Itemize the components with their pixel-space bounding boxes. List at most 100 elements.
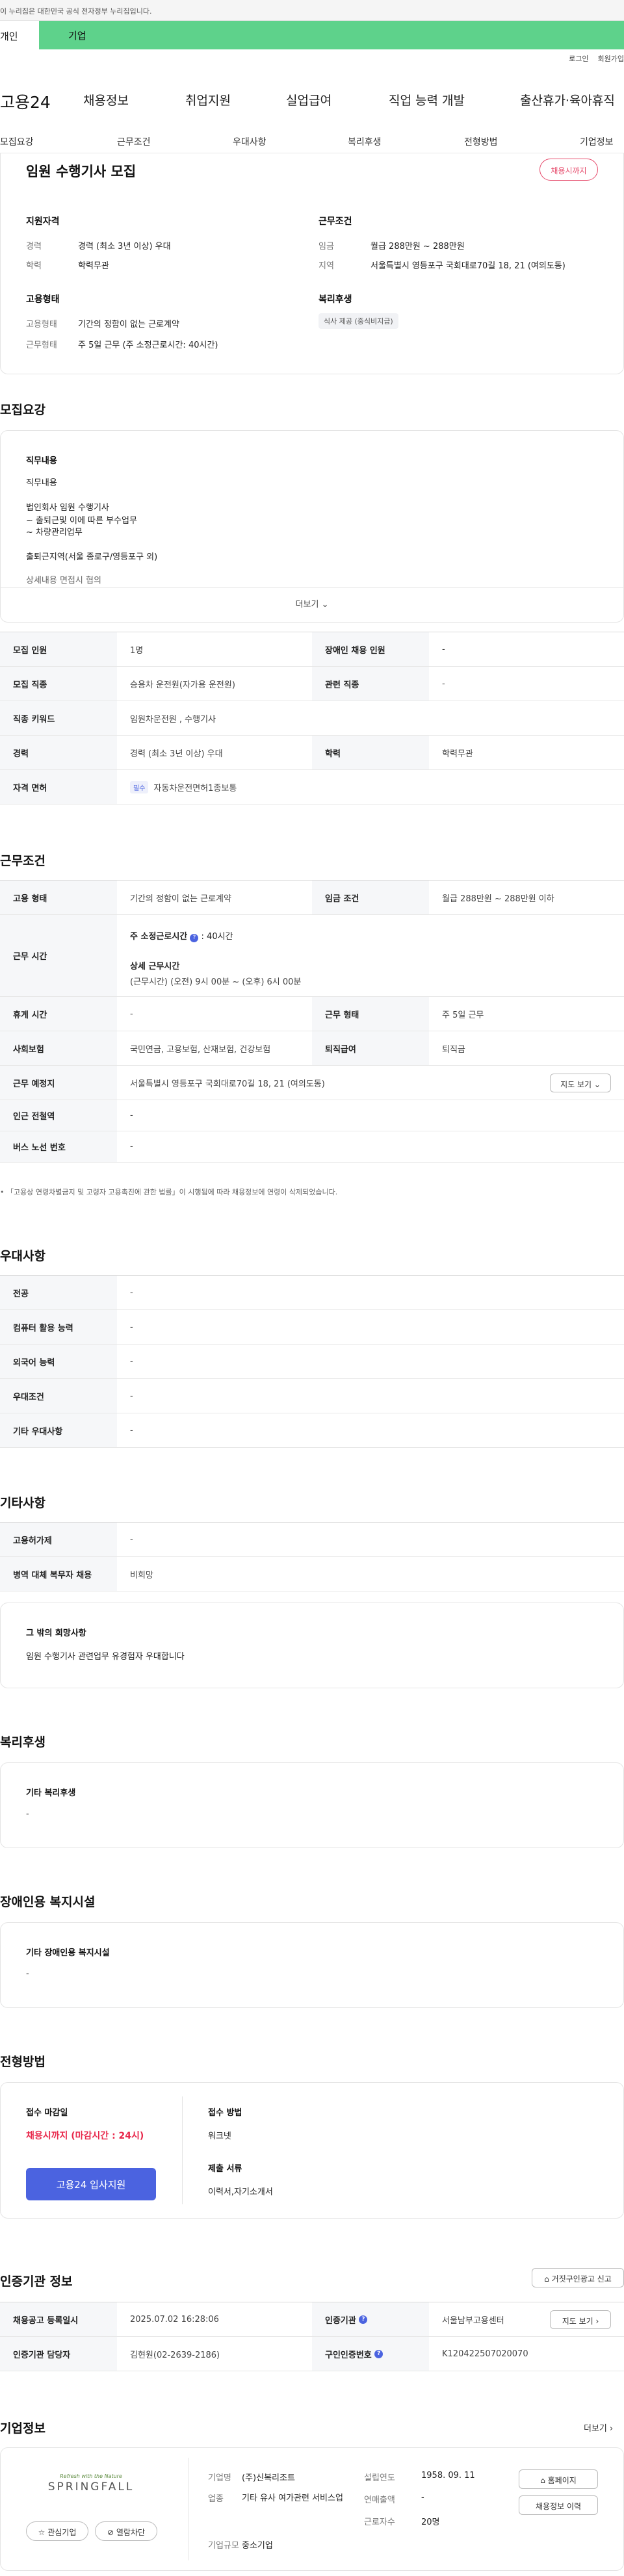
table-row: 직종 키워드 임원차운전원 , 수행기사 — [0, 701, 624, 736]
row-label: 컴퓨터 활용 능력 — [0, 1310, 117, 1344]
sales-label: 연매출액 — [364, 2495, 395, 2505]
age-discrimination-note: • 「고용상 연령차별금지 및 고령자 고용촉진에 관한 법률」이 시행됨에 따… — [0, 1188, 338, 1196]
duty-more-button[interactable]: 더보기 ⌄ — [0, 587, 624, 623]
row-label: 학력 — [312, 736, 429, 769]
conditions-table: 고용 형태 기간의 정함이 없는 근로계약 임금 조건 월급 288만원 ~ 2… — [0, 880, 624, 1163]
row-label: 우대조건 — [0, 1379, 117, 1413]
nav-item-employment-support[interactable]: 취업지원 — [185, 91, 231, 109]
deadline-value: 채용시까지 (마감시간 : 24시) — [26, 2131, 144, 2141]
emp-title: 고용형태 — [26, 294, 60, 305]
info-icon[interactable]: ? — [359, 2315, 368, 2324]
tab-selection[interactable]: 전형방법 — [464, 135, 498, 148]
worktype-value: 주 5일 근무 (주 소정근로시간: 40시간) — [78, 341, 218, 350]
company-more-link[interactable]: 더보기 › — [584, 2421, 613, 2434]
tab-recruit[interactable]: 모집요강 — [0, 135, 34, 148]
work-detail-title: 상세 근무시간 — [130, 962, 180, 972]
emptype-label: 고용형태 — [26, 320, 57, 329]
hope-card — [0, 1603, 624, 1688]
welfare-title: 복리후생 — [318, 294, 352, 305]
duty-line: ~ 차량관리업무 — [26, 528, 83, 537]
row-value: 경력 (최소 3년 이상) 우대 — [130, 749, 223, 759]
row-value: 비희망 — [130, 1570, 153, 1580]
home-icon: ⌂ — [544, 2274, 549, 2284]
company-section-title: 기업정보 — [0, 2421, 46, 2436]
table-row: 인근 전철역 - — [0, 1100, 624, 1131]
company-logo: Refresh with the Nature SPRINGFALL — [32, 2473, 150, 2506]
more-label: 더보기 — [295, 600, 319, 610]
join-link[interactable]: 회원가입 — [598, 55, 624, 63]
tab-welfare[interactable]: 복리후생 — [348, 135, 382, 148]
row-value: 기간의 정함이 없는 근로계약 — [130, 894, 231, 904]
utility-links: 로그인 회원가입 — [560, 53, 624, 64]
industry-value: 기타 유사 여가관련 서비스업 — [242, 2493, 343, 2503]
tab-conditions[interactable]: 근무조건 — [117, 135, 151, 148]
job-title: 임원 수행기사 모집 — [26, 164, 136, 179]
row-label-cell: 인증기관 ? — [312, 2302, 429, 2336]
nav-item-leave[interactable]: 출산휴가·육아휴직 — [520, 91, 615, 109]
block-company-button[interactable]: ⊘ 열람차단 — [95, 2521, 157, 2541]
tab-company[interactable]: 기업 — [39, 21, 624, 49]
row-label: 근무 형태 — [312, 997, 429, 1031]
block-icon: ⊘ — [107, 2528, 114, 2537]
row-value: - — [130, 1142, 133, 1152]
row-label: 근무 시간 — [0, 915, 117, 996]
row-label: 직종 키워드 — [0, 701, 117, 735]
company-name-value: (주)신복리조트 — [242, 2473, 295, 2483]
required-tag: 필수 — [130, 780, 149, 793]
location-value: 서울특별시 영등포구 국회대로70길 18, 21 (여의도동) — [370, 261, 566, 271]
pref-section-title: 우대사항 — [0, 1249, 46, 1263]
info-icon[interactable]: ? — [374, 2349, 384, 2358]
row-label: 퇴직급여 — [312, 1031, 429, 1065]
map-button-label: 지도 보기 — [562, 2317, 593, 2326]
tab-personal[interactable]: 개인 — [0, 21, 39, 49]
homepage-button[interactable]: ⌂ 홈페이지 — [519, 2469, 598, 2489]
row-value: - — [130, 1391, 133, 1401]
row-label: 근무 예정지 — [0, 1066, 117, 1100]
welfare-section-title: 복리후생 — [0, 1735, 46, 1749]
row-value: - — [130, 1322, 133, 1332]
map-view-button[interactable]: 지도 보기 ⌄ — [550, 1074, 611, 1092]
report-button-label: 거짓구인광고 신고 — [551, 2274, 612, 2284]
nav-item-unemployment-benefit[interactable]: 실업급여 — [286, 91, 332, 109]
site-logo[interactable]: 고용24 — [0, 90, 51, 113]
home-icon: ⌂ — [540, 2476, 545, 2485]
row-value: - — [130, 1534, 133, 1545]
job-history-button[interactable]: 채용정보 이력 — [519, 2495, 598, 2515]
method-title: 접수 방법 — [208, 2108, 242, 2118]
row-value: 서울남부고용센터 — [442, 2315, 504, 2326]
welfare-tag: 식사 제공 (중식비지급) — [318, 313, 398, 329]
method-value: 워크넷 — [208, 2132, 231, 2141]
nav-item-jobs[interactable]: 채용정보 — [83, 91, 129, 109]
founded-label: 설립연도 — [364, 2473, 395, 2483]
table-row: 사회보험 국민연금, 고용보험, 산재보험, 건강보험 퇴직급여 퇴직금 — [0, 1031, 624, 1066]
favorite-company-button[interactable]: ☆ 관심기업 — [26, 2521, 88, 2541]
tab-company[interactable]: 기업정보 — [580, 135, 614, 148]
note-text: 「고용상 연령차별금지 및 고령자 고용촉진에 관한 법률」이 시행됨에 따라 … — [6, 1188, 338, 1196]
table-row: 경력 경력 (최소 3년 이상) 우대 학력 학력무관 — [0, 736, 624, 770]
employees-label: 근로자수 — [364, 2518, 395, 2527]
table-row: 외국어 능력 - — [0, 1345, 624, 1379]
row-value: - — [130, 1111, 133, 1120]
row-value: 퇴직금 — [442, 1044, 465, 1055]
nav-item-training[interactable]: 직업 능력 개발 — [389, 91, 465, 109]
table-row: 고용 형태 기간의 정함이 없는 근로계약 임금 조건 월급 288만원 ~ 2… — [0, 881, 624, 915]
apply-button[interactable]: 고용24 입사지원 — [26, 2168, 156, 2200]
report-fake-ad-button[interactable]: ⌂ 거짓구인광고 신고 — [532, 2268, 624, 2287]
emptype-value: 기간의 정함이 없는 근로계약 — [78, 320, 179, 329]
sales-value: - — [421, 2493, 424, 2503]
row-value: 임원차운전원 , 수행기사 — [130, 714, 216, 725]
favorite-label: 관심기업 — [47, 2528, 77, 2537]
table-row: 우대조건 - — [0, 1379, 624, 1413]
disability-section-title: 장애인용 복지시설 — [0, 1895, 96, 1909]
info-icon[interactable]: ? — [190, 934, 199, 942]
work-hours-value: 40시간 — [207, 932, 233, 942]
row-value: 김현원(02-2639-2186) — [130, 2350, 220, 2360]
etc-section-title: 기타사항 — [0, 1496, 46, 1510]
row-value: 월급 288만원 ~ 288만원 이하 — [442, 894, 554, 904]
row-label: 경력 — [0, 736, 117, 769]
duty-line: 상세내용 면접시 협의 — [26, 576, 101, 586]
login-link[interactable]: 로그인 — [569, 55, 588, 63]
tab-preferences[interactable]: 우대사항 — [233, 135, 266, 148]
agency-map-button[interactable]: 지도 보기 › — [550, 2310, 611, 2329]
table-row: 근무 예정지 서울특별시 영등포구 국회대로70길 18, 21 (여의도동) … — [0, 1066, 624, 1100]
